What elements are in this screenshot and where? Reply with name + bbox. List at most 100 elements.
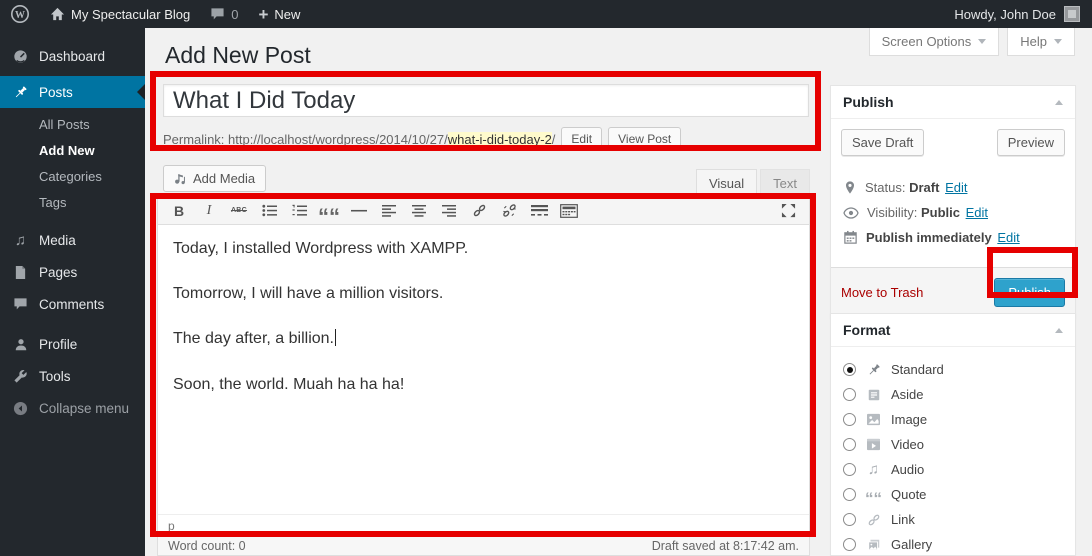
distraction-free-button[interactable]: [773, 199, 803, 223]
permalink: Permalink: http://localhost/wordpress/20…: [163, 127, 809, 151]
format-label[interactable]: Aside: [891, 387, 924, 402]
collapse-panel-icon[interactable]: [1055, 328, 1063, 333]
help-tab[interactable]: Help: [1007, 28, 1075, 56]
howdy-user-menu[interactable]: Howdy, John Doe: [954, 7, 1056, 22]
format-label[interactable]: Quote: [891, 487, 926, 502]
svg-text:W: W: [15, 10, 25, 21]
preview-button[interactable]: Preview: [997, 129, 1065, 156]
bulleted-list-button[interactable]: [254, 199, 284, 223]
sidebar-item-dashboard[interactable]: Dashboard: [0, 40, 145, 72]
visual-tab[interactable]: Visual: [696, 169, 757, 196]
remove-link-icon: [502, 203, 517, 218]
editor-content[interactable]: Today, I installed Wordpress with XAMPP.…: [158, 225, 809, 514]
sidebar-item-posts[interactable]: Posts: [0, 76, 145, 108]
collapse-icon: [13, 401, 28, 416]
sidebar-item-tools[interactable]: Tools: [0, 360, 145, 392]
radio-gallery[interactable]: [843, 538, 856, 551]
align-left-button[interactable]: [374, 199, 404, 223]
radio-standard[interactable]: [843, 363, 856, 376]
autosave-message: Draft saved at 8:17:42 am.: [652, 539, 799, 553]
pin-icon: [867, 363, 881, 377]
publish-button[interactable]: Publish: [994, 278, 1065, 307]
collapse-panel-icon[interactable]: [1055, 100, 1063, 105]
word-count: Word count: 0: [168, 539, 246, 553]
page-title: Add New Post: [165, 42, 311, 69]
radio-aside[interactable]: [843, 388, 856, 401]
publish-panel-header[interactable]: Publish: [831, 86, 1075, 119]
format-label[interactable]: Audio: [891, 462, 924, 477]
sidebar-item-categories[interactable]: Categories: [0, 164, 145, 190]
radio-image[interactable]: [843, 413, 856, 426]
strikethrough-button[interactable]: ABC: [224, 199, 254, 223]
view-post-button[interactable]: View Post: [608, 127, 681, 151]
format-label[interactable]: Link: [891, 512, 915, 527]
horizontal-rule-button[interactable]: —: [344, 199, 374, 223]
sidebar-item-comments[interactable]: Comments: [0, 288, 145, 320]
wordpress-logo-menu[interactable]: W: [0, 0, 40, 28]
text-tab[interactable]: Text: [760, 169, 810, 196]
insert-link-button[interactable]: [464, 199, 494, 223]
edit-visibility-link[interactable]: Edit: [966, 205, 988, 220]
format-label[interactable]: Image: [891, 412, 927, 427]
radio-quote[interactable]: [843, 488, 856, 501]
menu-separator: [0, 320, 145, 328]
move-to-trash-link[interactable]: Move to Trash: [841, 285, 923, 300]
radio-audio[interactable]: [843, 463, 856, 476]
format-option-aside: Aside: [843, 382, 1063, 407]
more-tag-icon: [531, 204, 548, 217]
align-left-icon: [382, 205, 397, 217]
toolbar-toggle-button[interactable]: [554, 199, 584, 223]
format-panel-header[interactable]: Format: [831, 314, 1075, 347]
radio-link[interactable]: [843, 513, 856, 526]
edit-schedule-link[interactable]: Edit: [997, 230, 1019, 245]
comment-count: 0: [231, 7, 238, 22]
user-avatar[interactable]: [1064, 6, 1080, 22]
sidebar-item-tags[interactable]: Tags: [0, 190, 145, 216]
save-draft-button[interactable]: Save Draft: [841, 129, 924, 156]
gallery-icon: [867, 538, 881, 552]
chevron-down-icon: [978, 39, 986, 44]
align-right-button[interactable]: [434, 199, 464, 223]
edit-status-link[interactable]: Edit: [945, 180, 967, 195]
post-title-input[interactable]: [163, 84, 809, 117]
italic-button[interactable]: I: [194, 199, 224, 223]
edit-permalink-button[interactable]: Edit: [561, 127, 602, 151]
distraction-free-icon: [781, 203, 796, 218]
format-label[interactable]: Gallery: [891, 537, 932, 552]
comments-icon: [13, 297, 28, 311]
visibility-icon: [843, 207, 859, 219]
new-content-menu[interactable]: + New: [248, 0, 310, 28]
numbered-list-button[interactable]: [284, 199, 314, 223]
element-path[interactable]: p: [168, 519, 175, 533]
permalink-trailing-slash: /: [552, 132, 556, 147]
radio-video[interactable]: [843, 438, 856, 451]
sidebar-item-collapse-menu[interactable]: Collapse menu: [0, 392, 145, 424]
sidebar-item-add-new[interactable]: Add New: [0, 138, 145, 164]
format-label[interactable]: Standard: [891, 362, 944, 377]
align-center-button[interactable]: [404, 199, 434, 223]
sidebar-item-media[interactable]: ♫ Media: [0, 224, 145, 256]
tools-icon: [13, 369, 28, 384]
format-panel: Format Standard Aside: [830, 313, 1076, 556]
sidebar-item-pages[interactable]: Pages: [0, 256, 145, 288]
editor-toolbar: B I ABC ““ —: [158, 197, 809, 225]
more-tag-button[interactable]: [524, 199, 554, 223]
text-cursor: [335, 329, 336, 346]
remove-link-button[interactable]: [494, 199, 524, 223]
permalink-slug[interactable]: what-i-did-today-2: [448, 132, 552, 147]
sidebar-item-all-posts[interactable]: All Posts: [0, 112, 145, 138]
format-option-standard: Standard: [843, 357, 1063, 382]
calendar-icon: [843, 230, 858, 245]
screen-options-tab[interactable]: Screen Options: [869, 28, 1000, 56]
align-center-icon: [412, 205, 427, 217]
main-content: Screen Options Help Add New Post Permali…: [145, 28, 1092, 556]
admin-menu: Dashboard Posts All Posts Add New Catego…: [0, 28, 145, 556]
format-label[interactable]: Video: [891, 437, 924, 452]
blockquote-button[interactable]: ““: [314, 199, 344, 223]
sidebar-item-profile[interactable]: Profile: [0, 328, 145, 360]
comments-bubble-menu[interactable]: 0: [200, 0, 248, 28]
visit-site-link[interactable]: My Spectacular Blog: [40, 0, 200, 28]
paragraph-text: Today, I installed Wordpress with XAMPP.: [173, 240, 468, 257]
bold-button[interactable]: B: [164, 199, 194, 223]
major-publishing-actions: Move to Trash Publish: [831, 267, 1075, 317]
